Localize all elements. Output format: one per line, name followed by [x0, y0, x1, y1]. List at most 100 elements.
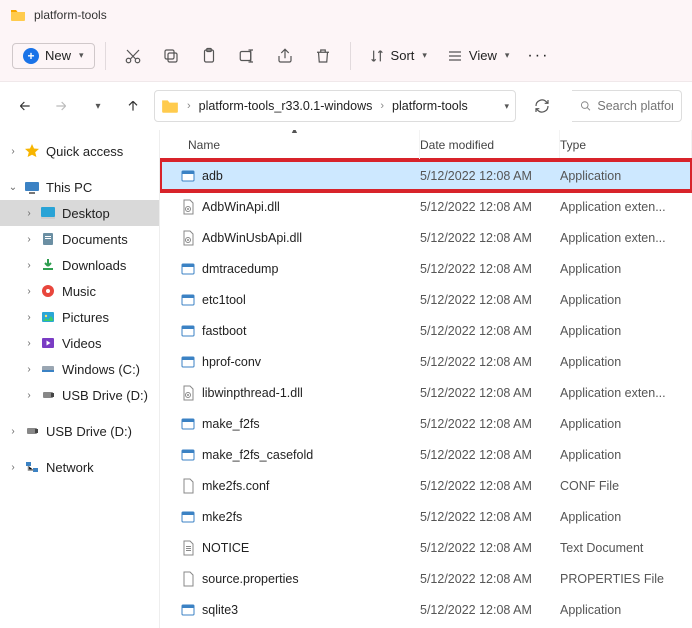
- file-row[interactable]: sqlite35/12/2022 12:08 AMApplication: [160, 594, 692, 625]
- pc-icon: [24, 179, 40, 195]
- search-icon: [580, 99, 591, 113]
- sidebar-item-usb-d[interactable]: › USB Drive (D:): [0, 382, 159, 408]
- file-row[interactable]: adb5/12/2022 12:08 AMApplication: [160, 160, 692, 191]
- breadcrumb-sep: ›: [185, 100, 193, 112]
- chevron-right-icon: ›: [24, 390, 34, 401]
- recent-button[interactable]: ▾: [82, 91, 112, 121]
- file-row[interactable]: mke2fs.conf 5/12/2022 12:08 AMCONF File: [160, 470, 692, 501]
- file-name: AdbWinUsbApi.dll: [202, 231, 302, 245]
- file-pane: ▲ Name Date modified Type adb5/12/2022 1…: [160, 130, 692, 628]
- up-button[interactable]: [118, 91, 148, 121]
- file-name: libwinpthread-1.dll: [202, 386, 303, 400]
- file-type: Application: [560, 324, 692, 338]
- file-icon: [180, 292, 196, 308]
- file-row[interactable]: libwinpthread-1.dll 5/12/2022 12:08 AMApp…: [160, 377, 692, 408]
- file-icon: [180, 354, 196, 370]
- sidebar-item-this-pc[interactable]: ⌄ This PC: [0, 174, 159, 200]
- file-row[interactable]: fastboot5/12/2022 12:08 AMApplication: [160, 315, 692, 346]
- file-date: 5/12/2022 12:08 AM: [420, 386, 560, 400]
- sort-button[interactable]: Sort ▾: [361, 44, 435, 68]
- file-row[interactable]: make_f2fs5/12/2022 12:08 AMApplication: [160, 408, 692, 439]
- breadcrumb-seg-2[interactable]: platform-tools: [392, 99, 468, 113]
- body: › Quick access ⌄ This PC › Desktop › Doc…: [0, 130, 692, 628]
- search-box[interactable]: [572, 90, 682, 122]
- file-row[interactable]: source.properties5/12/2022 12:08 AMPROPE…: [160, 563, 692, 594]
- sidebar-label: USB Drive (D:): [62, 388, 148, 403]
- sidebar-label: Downloads: [62, 258, 126, 273]
- file-icon: [180, 230, 196, 246]
- sidebar-item-usb-d-2[interactable]: › USB Drive (D:): [0, 418, 159, 444]
- sidebar-item-quick-access[interactable]: › Quick access: [0, 138, 159, 164]
- file-name: NOTICE: [202, 541, 249, 555]
- pictures-icon: [40, 309, 56, 325]
- search-input[interactable]: [597, 99, 673, 113]
- file-icon: [180, 540, 196, 556]
- copy-button[interactable]: [154, 39, 188, 73]
- sidebar-item-windows-c[interactable]: › Windows (C:): [0, 356, 159, 382]
- file-row[interactable]: AdbWinUsbApi.dll5/12/2022 12:08 AMApplic…: [160, 222, 692, 253]
- file-row[interactable]: etc1tool5/12/2022 12:08 AMApplication: [160, 284, 692, 315]
- file-row[interactable]: mke2fs5/12/2022 12:08 AMApplication: [160, 501, 692, 532]
- file-date: 5/12/2022 12:08 AM: [420, 262, 560, 276]
- back-button[interactable]: [10, 91, 40, 121]
- star-icon: [24, 143, 40, 159]
- folder-icon: [10, 7, 26, 23]
- share-button[interactable]: [268, 39, 302, 73]
- chevron-right-icon: ›: [8, 462, 18, 473]
- sidebar-item-downloads[interactable]: › Downloads: [0, 252, 159, 278]
- file-date: 5/12/2022 12:08 AM: [420, 541, 560, 555]
- file-name: dmtracedump: [202, 262, 278, 276]
- file-type: Application: [560, 417, 692, 431]
- chevron-right-icon: ›: [24, 312, 34, 323]
- sidebar-item-music[interactable]: › Music: [0, 278, 159, 304]
- sidebar-item-network[interactable]: › Network: [0, 454, 159, 480]
- file-type: Application exten...: [560, 231, 692, 245]
- file-date: 5/12/2022 12:08 AM: [420, 355, 560, 369]
- breadcrumb-seg-1[interactable]: platform-tools_r33.0.1-windows: [199, 99, 373, 113]
- downloads-icon: [40, 257, 56, 273]
- sidebar-item-videos[interactable]: › Videos: [0, 330, 159, 356]
- file-type: Application exten...: [560, 386, 692, 400]
- sidebar-item-documents[interactable]: › Documents: [0, 226, 159, 252]
- sidebar-label: Music: [62, 284, 96, 299]
- file-name: mke2fs.conf: [202, 479, 269, 493]
- column-header-name[interactable]: ▲ Name: [160, 130, 420, 159]
- chevron-right-icon: ›: [24, 364, 34, 375]
- sidebar-item-pictures[interactable]: › Pictures: [0, 304, 159, 330]
- address-bar[interactable]: › platform-tools_r33.0.1-windows › platf…: [154, 90, 516, 122]
- chevron-right-icon: ›: [24, 234, 34, 245]
- chevron-right-icon: ›: [8, 146, 18, 157]
- refresh-button[interactable]: [528, 92, 556, 120]
- file-row[interactable]: dmtracedump5/12/2022 12:08 AMApplication: [160, 253, 692, 284]
- more-button[interactable]: ···: [521, 39, 555, 73]
- sidebar: › Quick access ⌄ This PC › Desktop › Doc…: [0, 130, 160, 628]
- file-row[interactable]: NOTICE5/12/2022 12:08 AMText Document: [160, 532, 692, 563]
- file-date: 5/12/2022 12:08 AM: [420, 479, 560, 493]
- sidebar-label: Desktop: [62, 206, 110, 221]
- file-type: CONF File: [560, 479, 692, 493]
- sidebar-item-desktop[interactable]: › Desktop: [0, 200, 159, 226]
- rename-button[interactable]: [230, 39, 264, 73]
- file-row[interactable]: make_f2fs_casefold5/12/2022 12:08 AMAppl…: [160, 439, 692, 470]
- view-button[interactable]: View ▾: [439, 44, 517, 68]
- file-date: 5/12/2022 12:08 AM: [420, 510, 560, 524]
- delete-button[interactable]: [306, 39, 340, 73]
- sidebar-label: Pictures: [62, 310, 109, 325]
- file-name: make_f2fs_casefold: [202, 448, 313, 462]
- separator: [105, 42, 106, 70]
- cut-button[interactable]: [116, 39, 150, 73]
- chevron-down-icon: ▾: [79, 50, 84, 61]
- sidebar-label: USB Drive (D:): [46, 424, 132, 439]
- new-button[interactable]: + New ▾: [12, 43, 95, 69]
- file-date: 5/12/2022 12:08 AM: [420, 603, 560, 617]
- folder-icon: [161, 97, 179, 115]
- paste-button[interactable]: [192, 39, 226, 73]
- forward-button[interactable]: [46, 91, 76, 121]
- file-row[interactable]: AdbWinApi.dll5/12/2022 12:08 AMApplicati…: [160, 191, 692, 222]
- file-date: 5/12/2022 12:08 AM: [420, 200, 560, 214]
- column-header-type[interactable]: Type: [560, 130, 692, 159]
- column-header-date[interactable]: Date modified: [420, 130, 560, 159]
- file-row[interactable]: hprof-conv5/12/2022 12:08 AMApplication: [160, 346, 692, 377]
- address-dropdown[interactable]: ▾: [504, 101, 509, 112]
- file-name: AdbWinApi.dll: [202, 200, 280, 214]
